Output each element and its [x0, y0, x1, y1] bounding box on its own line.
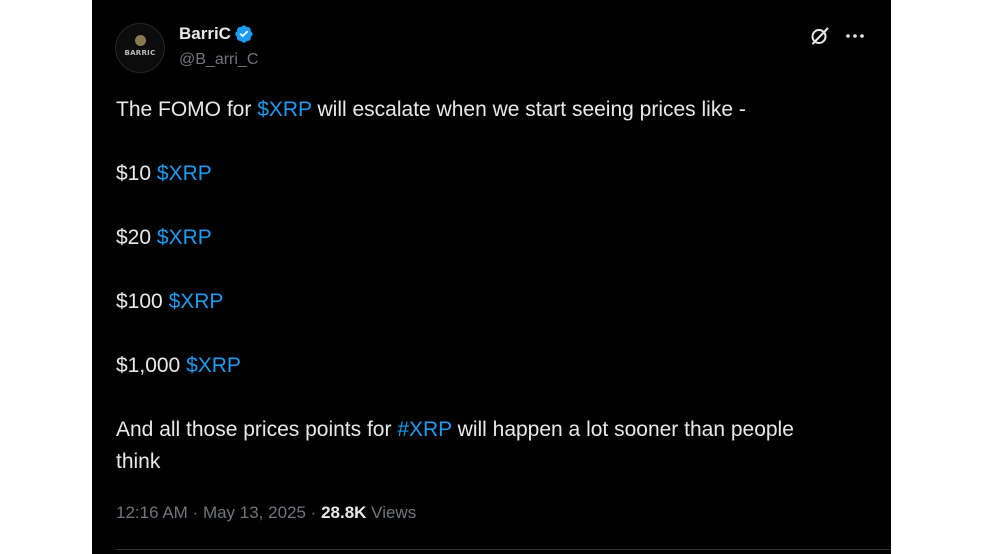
divider — [116, 549, 891, 550]
tweet-text: The FOMO for — [116, 98, 258, 121]
price-amount: $100 — [116, 290, 163, 313]
cashtag-link[interactable]: $XRP — [157, 226, 212, 249]
hashtag-link[interactable]: #XRP — [397, 418, 451, 441]
tweet-text: will escalate when we start seeing price… — [311, 98, 746, 121]
verified-badge-icon[interactable] — [234, 24, 254, 44]
author-handle[interactable]: @B_arri_C — [179, 51, 258, 69]
price-line: $10 $XRP — [116, 158, 816, 190]
avatar[interactable]: BARRIC — [115, 23, 165, 73]
tweet-date[interactable]: May 13, 2025 — [203, 503, 306, 522]
cashtag-link[interactable]: $XRP — [157, 162, 212, 185]
cashtag-link[interactable]: $XRP — [257, 98, 311, 121]
price-amount: $1,000 — [116, 354, 181, 377]
views-count[interactable]: 28.8K — [321, 503, 366, 522]
tweet-text: And all those prices points for — [116, 418, 398, 441]
more-options-icon[interactable] — [844, 24, 866, 48]
price-amount: $20 — [116, 226, 152, 249]
price-line: $100 $XRP — [116, 286, 816, 318]
avatar-label: BARRIC — [124, 49, 156, 57]
tweet-line-intro: The FOMO for $XRP will escalate when we … — [116, 94, 816, 126]
cashtag-link[interactable]: $XRP — [169, 290, 224, 313]
meta-separator: · — [187, 503, 203, 522]
avatar-logo-icon — [135, 35, 146, 46]
views-label: Views — [366, 503, 417, 522]
author-display-name[interactable]: BarriC — [179, 24, 231, 44]
tweet-time[interactable]: 12:16 AM — [116, 503, 188, 522]
grok-icon[interactable] — [808, 24, 832, 48]
tweet-card: BARRIC BarriC @B_arri_C The FOMO for $XR… — [92, 0, 891, 554]
price-line: $20 $XRP — [116, 222, 816, 254]
price-line: $1,000 $XRP — [116, 350, 816, 382]
author-name-row: BarriC — [179, 24, 254, 44]
tweet-line-closing: And all those prices points for #XRP wil… — [116, 414, 816, 478]
cashtag-link[interactable]: $XRP — [186, 354, 241, 377]
tweet-meta: 12:16 AM · May 13, 2025 · 28.8K Views — [116, 503, 416, 523]
price-amount: $10 — [116, 162, 152, 185]
meta-separator: · — [305, 503, 322, 522]
